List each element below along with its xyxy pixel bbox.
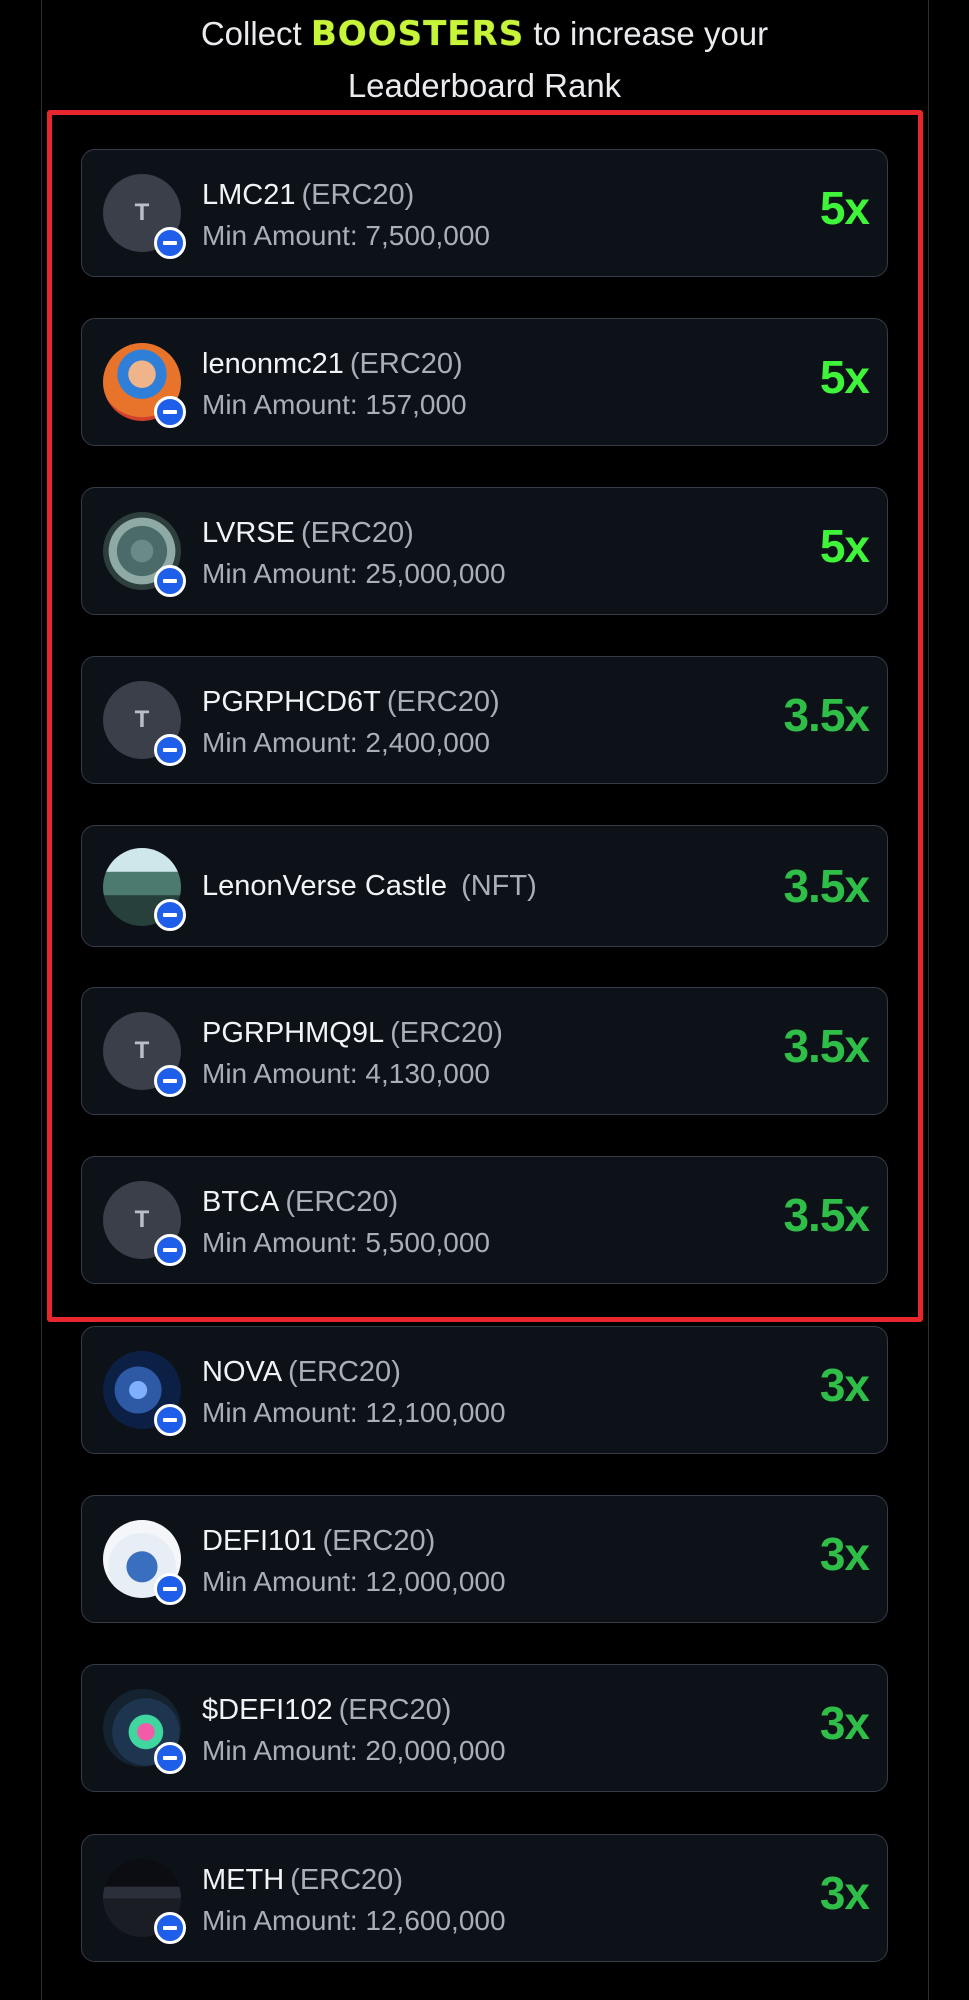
boosters-header: Collect BOOSTERS to increase your Leader…: [0, 8, 969, 112]
booster-multiplier: 5x: [819, 520, 870, 572]
booster-card-pgrphmq9l[interactable]: T PGRPHMQ9L (ERC20) Min Amount: 4,130,000…: [81, 987, 888, 1115]
booster-name: DEFI101: [202, 1525, 317, 1557]
column-border-left: [41, 0, 42, 2000]
booster-name: $DEFI102: [202, 1694, 333, 1726]
booster-card-meth[interactable]: METH (ERC20) Min Amount: 12,600,000 3x: [81, 1834, 888, 1962]
booster-multiplier: 3.5x: [783, 689, 870, 741]
ethereum-chain-icon: [154, 1573, 186, 1605]
booster-multiplier: 3.5x: [783, 1020, 870, 1072]
booster-min-amount: Min Amount: 12,600,000: [202, 1905, 506, 1936]
booster-type: (ERC20): [288, 1356, 401, 1388]
booster-min-amount: Min Amount: 7,500,000: [202, 220, 490, 251]
booster-type: (ERC20): [338, 1694, 452, 1726]
booster-min-amount: Min Amount: 5,500,000: [202, 1227, 490, 1258]
booster-card-lenonmc21[interactable]: lenonmc21 (ERC20) Min Amount: 157,000 5x: [81, 318, 888, 446]
booster-card-pgrphcd6t[interactable]: T PGRPHCD6T (ERC20) Min Amount: 2,400,000…: [81, 656, 888, 784]
booster-multiplier: 5x: [819, 351, 870, 403]
booster-multiplier: 3x: [819, 1867, 870, 1919]
ethereum-chain-icon: [154, 1912, 186, 1944]
booster-card-defi101[interactable]: DEFI101 (ERC20) Min Amount: 12,000,000 3x: [81, 1495, 888, 1623]
booster-type: (ERC20): [300, 517, 414, 549]
boosters-word: BOOSTERS: [310, 14, 525, 54]
booster-type: (ERC20): [290, 1864, 403, 1896]
booster-card-defi102[interactable]: $DEFI102 (ERC20) Min Amount: 20,000,000 3…: [81, 1664, 888, 1792]
booster-min-amount: Min Amount: 4,130,000: [202, 1058, 490, 1089]
booster-name: METH: [202, 1864, 285, 1896]
booster-type: (ERC20): [301, 179, 415, 211]
ethereum-chain-icon: [154, 1065, 186, 1097]
booster-name: PGRPHMQ9L: [202, 1017, 385, 1049]
header-suffix: to increase your: [533, 15, 769, 52]
booster-min-amount: Min Amount: 20,000,000: [202, 1735, 506, 1766]
booster-name: LenonVerse Castle: [202, 870, 448, 902]
ethereum-chain-icon: [154, 1234, 186, 1266]
ethereum-chain-icon: [154, 1742, 186, 1774]
booster-name: LMC21: [202, 179, 296, 211]
booster-multiplier: 3.5x: [783, 860, 870, 912]
header-line2: Leaderboard Rank: [347, 67, 622, 104]
booster-type: (ERC20): [349, 348, 463, 380]
ethereum-chain-icon: [154, 565, 186, 597]
booster-card-nova[interactable]: NOVA (ERC20) Min Amount: 12,100,000 3x: [81, 1326, 888, 1454]
booster-min-amount: Min Amount: 12,000,000: [202, 1566, 506, 1597]
booster-name: NOVA: [202, 1356, 283, 1388]
booster-type: (ERC20): [322, 1525, 436, 1557]
ethereum-chain-icon: [154, 396, 186, 428]
booster-multiplier: 3x: [819, 1528, 870, 1580]
booster-multiplier: 5x: [819, 182, 870, 234]
booster-type: (ERC20): [285, 1186, 399, 1218]
column-border-right: [928, 0, 929, 2000]
booster-card-lenonverse-castle[interactable]: LenonVerse Castle (NFT) 3.5x: [81, 825, 888, 947]
booster-name: BTCA: [202, 1186, 280, 1218]
booster-name: PGRPHCD6T: [202, 686, 381, 718]
booster-min-amount: Min Amount: 157,000: [202, 389, 467, 420]
booster-type: (NFT): [461, 870, 537, 902]
booster-type: (ERC20): [390, 1017, 503, 1049]
booster-multiplier: 3x: [819, 1697, 870, 1749]
header-prefix: Collect: [200, 15, 302, 52]
booster-multiplier: 3x: [819, 1359, 870, 1411]
booster-min-amount: Min Amount: 12,100,000: [202, 1397, 506, 1428]
ethereum-chain-icon: [154, 227, 186, 259]
booster-multiplier: 3.5x: [783, 1189, 870, 1241]
ethereum-chain-icon: [154, 734, 186, 766]
booster-min-amount: Min Amount: 2,400,000: [202, 727, 490, 758]
booster-name: lenonmc21: [202, 348, 344, 380]
booster-card-lmc21[interactable]: T LMC21 (ERC20) Min Amount: 7,500,000 5x: [81, 149, 888, 277]
booster-card-btca[interactable]: T BTCA (ERC20) Min Amount: 5,500,000 3.5x: [81, 1156, 888, 1284]
booster-min-amount: Min Amount: 25,000,000: [202, 558, 506, 589]
booster-card-lvrse[interactable]: LVRSE (ERC20) Min Amount: 25,000,000 5x: [81, 487, 888, 615]
booster-type: (ERC20): [386, 686, 500, 718]
ethereum-chain-icon: [154, 899, 186, 931]
booster-name: LVRSE: [202, 517, 295, 549]
ethereum-chain-icon: [154, 1404, 186, 1436]
